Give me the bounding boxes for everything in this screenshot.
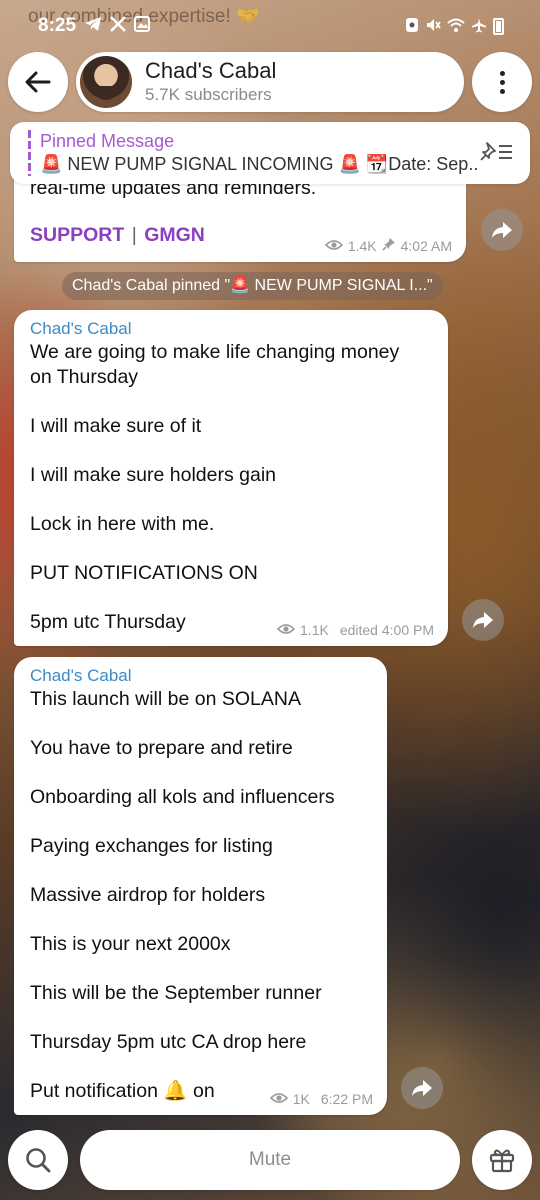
gmgn-link[interactable]: GMGN (144, 224, 205, 246)
channel-name: Chad's Cabal (145, 58, 277, 83)
pinned-message-bar[interactable]: Pinned Message 🚨 NEW PUMP SIGNAL INCOMIN… (10, 122, 530, 184)
views-icon (269, 1091, 288, 1107)
share-icon (473, 612, 493, 628)
search-icon (26, 1148, 51, 1173)
message-1-meta: 1.4K 4:02 AM (324, 237, 452, 254)
message-3-meta: 1K 6:22 PM (269, 1091, 373, 1107)
message-line (30, 957, 371, 982)
mute-icon (425, 17, 441, 36)
support-link[interactable]: SUPPORT (30, 224, 124, 246)
message-line (30, 712, 371, 737)
chat-header: Chad's Cabal 5.7K subscribers (0, 52, 540, 112)
message-2-body: We are going to make life changing money… (30, 340, 432, 634)
message-line (30, 438, 432, 463)
pin-icon (382, 237, 396, 254)
message-line: Paying exchanges for listing (30, 835, 273, 857)
message-line: PUT NOTIFICATIONS ON (30, 561, 258, 584)
message-line: Thursday 5pm utc CA drop here (30, 1031, 307, 1053)
gift-icon (489, 1149, 515, 1173)
message-time: 6:22 PM (320, 1091, 373, 1107)
wifi-icon (447, 17, 465, 36)
more-vertical-icon (499, 70, 505, 94)
pinned-preview: 🚨 NEW PUMP SIGNAL INCOMING 🚨 📆Date: Sep.… (40, 154, 480, 174)
message-line (30, 1006, 371, 1031)
message-line (30, 761, 371, 786)
message-line: This is your next 2000x (30, 933, 231, 955)
message-line: This launch will be on SOLANA (30, 688, 301, 710)
status-bar: 8:25 (0, 0, 540, 52)
views-icon (324, 238, 343, 254)
subscriber-count: 5.7K subscribers (145, 85, 272, 104)
message-line: Lock in here with me. (30, 512, 215, 535)
share-button-1[interactable] (481, 209, 523, 251)
views-count: 1K (292, 1091, 310, 1107)
channel-text: Chad's Cabal 5.7K subscribers (145, 58, 276, 106)
message-line: on Thursday (30, 365, 139, 388)
mute-button[interactable]: Mute (80, 1130, 460, 1190)
message-sender[interactable]: Chad's Cabal (30, 318, 432, 340)
telegram-icon (84, 16, 102, 36)
message-line (30, 810, 371, 835)
message-line: I will make sure holders gain (30, 463, 277, 486)
pinned-title: Pinned Message (40, 131, 175, 151)
message-line: I will make sure of it (30, 414, 202, 437)
message-line (30, 908, 371, 933)
message-line (30, 389, 432, 414)
message-line: Massive airdrop for holders (30, 884, 266, 906)
gallery-icon (134, 16, 151, 36)
message-line (30, 536, 432, 561)
views-count: 1.1K (300, 622, 329, 638)
status-time: 8:25 (38, 15, 77, 36)
more-menu-button[interactable] (472, 52, 532, 112)
message-line (30, 859, 371, 884)
battery-icon (493, 17, 504, 35)
airplane-icon (471, 17, 487, 36)
pinned-list-button[interactable] (480, 140, 514, 169)
message-line: You have to prepare and retire (30, 737, 293, 759)
avatar (80, 56, 132, 108)
back-button[interactable] (8, 52, 68, 112)
bottom-bar: Mute (0, 1130, 540, 1190)
share-icon (492, 222, 512, 238)
views-count: 1.4K (347, 237, 377, 254)
message-1-links: SUPPORT | GMGN (30, 224, 205, 247)
status-left: 8:25 (38, 15, 151, 37)
message-line (30, 487, 432, 512)
message-bubble-3[interactable]: Chad's Cabal This launch will be on SOLA… (14, 657, 387, 1115)
channel-info[interactable]: Chad's Cabal 5.7K subscribers (76, 52, 464, 112)
pinned-accent (28, 130, 31, 176)
message-sender[interactable]: Chad's Cabal (30, 665, 371, 687)
message-3-body: This launch will be on SOLANA You have t… (30, 687, 371, 1104)
message-line (30, 1055, 371, 1080)
message-2-meta: 1.1K edited 4:00 PM (276, 622, 434, 638)
share-button-2[interactable] (462, 599, 504, 641)
message-line (30, 585, 432, 610)
share-button-3[interactable] (401, 1067, 443, 1109)
pinned-text: Pinned Message 🚨 NEW PUMP SIGNAL INCOMIN… (40, 130, 480, 176)
message-line: Onboarding all kols and influencers (30, 786, 335, 808)
back-arrow-icon (25, 71, 51, 93)
message-time: edited 4:00 PM (339, 622, 434, 638)
link-separator: | (131, 224, 137, 246)
message-line: This will be the September runner (30, 982, 322, 1004)
gift-button[interactable] (472, 1130, 532, 1190)
nfc-icon (405, 17, 419, 36)
message-line: We are going to make life changing money (30, 341, 400, 363)
views-icon (276, 622, 296, 638)
share-icon (412, 1080, 432, 1096)
message-time: 4:02 AM (400, 237, 452, 254)
message-bubble-2[interactable]: Chad's Cabal We are going to make life c… (14, 310, 448, 646)
pin-list-icon (480, 142, 512, 161)
x-icon (110, 16, 126, 36)
search-button[interactable] (8, 1130, 68, 1190)
status-right (405, 17, 504, 36)
service-message: Chad's Cabal pinned "🚨 NEW PUMP SIGNAL I… (62, 272, 443, 300)
